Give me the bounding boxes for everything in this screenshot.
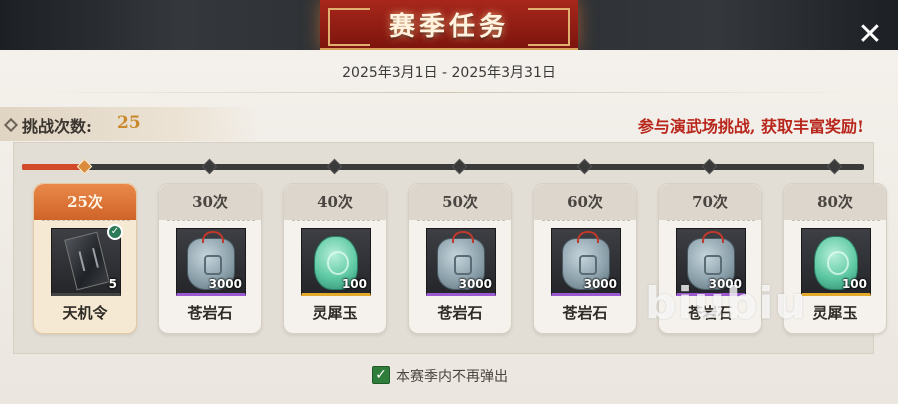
- reward-item-slot[interactable]: 3000: [426, 228, 496, 296]
- reward-item-quantity: 3000: [583, 277, 617, 291]
- divider: [417, 220, 505, 222]
- season-date-range: 2025年3月1日 - 2025年3月31日: [342, 65, 556, 81]
- reward-item-name: 苍岩石: [187, 304, 233, 322]
- progress-fill: [22, 164, 81, 170]
- divider: [167, 220, 255, 222]
- reward-item-name: 天机令: [62, 304, 108, 322]
- reward-threshold: 40次: [284, 184, 386, 220]
- reward-item-slot[interactable]: 3000: [551, 228, 621, 296]
- dont-show-again-checkbox[interactable]: ✓: [372, 366, 390, 384]
- reward-item-quantity: 3000: [208, 277, 242, 291]
- divider: [292, 220, 380, 222]
- reward-threshold: 30次: [159, 184, 261, 220]
- divider: [42, 220, 130, 222]
- divider: [792, 220, 880, 222]
- divider: [542, 220, 630, 222]
- reward-item-quantity: 100: [841, 277, 867, 291]
- title-plaque: 赛季任务: [320, 0, 578, 50]
- watermark: biubiu: [645, 278, 807, 329]
- reward-item-name: 苍岩石: [562, 304, 608, 322]
- progress-track: [22, 164, 864, 170]
- reward-threshold: 50次: [409, 184, 511, 220]
- divider: [667, 220, 755, 222]
- reward-threshold: 70次: [659, 184, 761, 220]
- reward-item-slot[interactable]: 3000: [176, 228, 246, 296]
- reward-item-slot[interactable]: 100: [801, 228, 871, 296]
- dialog-title: 赛季任务: [388, 12, 509, 42]
- reward-threshold: 60次: [534, 184, 636, 220]
- claimed-check-icon: ✓: [107, 224, 123, 240]
- reward-item-slot[interactable]: 100: [301, 228, 371, 296]
- promo-text: 参与演武场挑战, 获取丰富奖励!: [637, 117, 864, 136]
- reward-item-name: 苍岩石: [437, 304, 483, 322]
- reward-threshold: 25次: [34, 184, 136, 220]
- divider: [30, 92, 868, 93]
- close-button[interactable]: ✕: [852, 18, 888, 54]
- reward-card[interactable]: 30次 3000 苍岩石: [158, 183, 262, 334]
- reward-card[interactable]: 25次 5 天机令 ✓: [33, 183, 137, 334]
- dont-show-again-label: 本赛季内不再弹出: [396, 369, 508, 385]
- challenge-count-value: 25: [117, 113, 141, 133]
- reward-item-quantity: 100: [341, 277, 367, 291]
- reward-card[interactable]: 60次 3000 苍岩石: [533, 183, 637, 334]
- reward-card[interactable]: 50次 3000 苍岩石: [408, 183, 512, 334]
- reward-card[interactable]: 40次 100 灵犀玉: [283, 183, 387, 334]
- reward-item-quantity: 5: [108, 277, 117, 291]
- reward-item-quantity: 3000: [458, 277, 492, 291]
- reward-threshold: 80次: [784, 184, 886, 220]
- reward-item-name: 灵犀玉: [312, 304, 358, 322]
- challenge-count-label: 挑战次数:: [22, 117, 92, 136]
- token-icon: [64, 231, 110, 291]
